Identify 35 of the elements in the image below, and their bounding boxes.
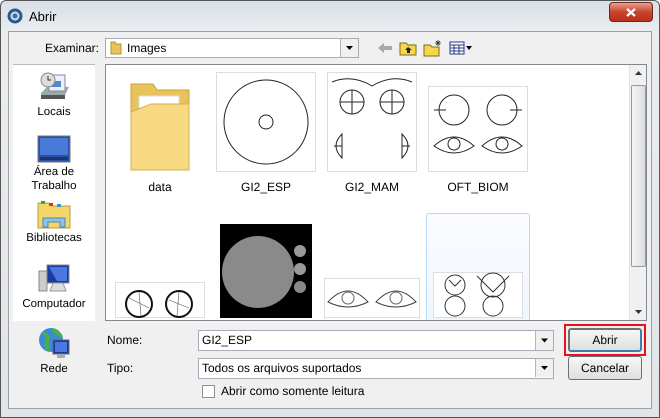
file-item[interactable]: OFT_BIOM (426, 67, 530, 213)
library-folder-icon (37, 198, 71, 229)
new-folder-icon[interactable] (423, 39, 443, 57)
look-in-dropdown[interactable]: Images (105, 38, 359, 58)
cancel-button[interactable]: Cancelar (568, 356, 642, 380)
checkbox[interactable] (202, 384, 215, 398)
globe-monitor-icon (37, 326, 71, 360)
file-item[interactable] (426, 213, 530, 320)
file-name-field[interactable]: GI2_ESP (198, 330, 535, 350)
file-item[interactable]: GI2_MAM (320, 67, 424, 213)
close-icon (626, 8, 636, 16)
checkbox-label[interactable]: Abrir como somente leitura (221, 384, 364, 398)
file-name-label: Nome: (106, 333, 144, 347)
open-button[interactable]: Abrir (568, 328, 642, 352)
folder-icon (110, 41, 122, 55)
window-title: Abrir (29, 8, 56, 24)
file-type-label: Tipo: (106, 361, 134, 375)
scrollbar[interactable] (629, 65, 646, 320)
sidebar-item[interactable]: Rede (13, 320, 95, 384)
file-item[interactable]: GI2_ESP (214, 67, 318, 213)
sidebar-item[interactable]: Computador (13, 256, 95, 320)
look-in-label: Examinar: (44, 41, 100, 55)
sidebar-item[interactable]: Bibliotecas (13, 192, 95, 256)
computer-icon (37, 262, 71, 294)
folder-up-icon[interactable] (399, 40, 417, 56)
view-menu-icon[interactable] (449, 41, 473, 55)
file-item[interactable]: data (108, 67, 212, 213)
file-type-dropdown[interactable]: Todos os arquivos suportados (198, 358, 554, 378)
scrollbar-thumb[interactable] (630, 85, 646, 267)
monitor-screen-icon (37, 134, 71, 163)
sidebar-item[interactable]: Área de Trabalho (13, 128, 95, 193)
folder-icon (129, 82, 191, 172)
app-logo-icon (7, 8, 23, 24)
close-button[interactable] (609, 2, 653, 22)
sidebar-item[interactable]: Locais (13, 65, 95, 129)
